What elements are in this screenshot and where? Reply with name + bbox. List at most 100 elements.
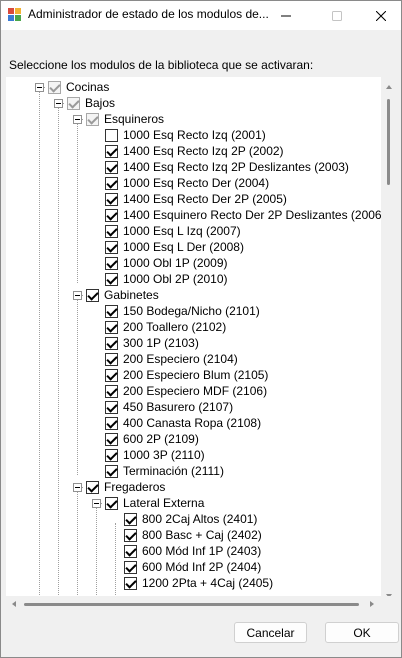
title-bar[interactable]: Administrador de estado de los modulos d…: [1, 1, 401, 30]
maximize-icon: [332, 10, 342, 21]
tree-connector: [77, 299, 78, 475]
tree-item[interactable]: 1400 Esquinero Recto Der 2P Deslizantes …: [105, 207, 381, 223]
node-checkbox[interactable]: [48, 80, 61, 94]
tree-item[interactable]: 800 2Caj Altos (2401): [124, 511, 257, 527]
item-label: 200 Especiero Blum (2105): [123, 368, 269, 382]
node-checkbox[interactable]: [67, 96, 80, 110]
item-label: 1000 Esq L Der (2008): [123, 240, 244, 254]
item-checkbox[interactable]: [105, 464, 118, 478]
ok-button[interactable]: OK: [325, 622, 399, 643]
close-button[interactable]: [358, 1, 402, 30]
node-checkbox[interactable]: [105, 496, 118, 510]
item-checkbox[interactable]: [105, 336, 118, 350]
item-checkbox[interactable]: [105, 160, 118, 174]
tree-node-lateral-externa[interactable]: Lateral Externa: [105, 495, 204, 511]
collapse-icon[interactable]: [73, 291, 82, 300]
tree-item[interactable]: 800 Basc + Caj (2402): [124, 527, 262, 543]
item-checkbox[interactable]: [105, 224, 118, 238]
item-checkbox[interactable]: [105, 320, 118, 334]
item-checkbox[interactable]: [124, 560, 137, 574]
minimize-button[interactable]: [263, 1, 309, 30]
item-label: 1000 Esq Recto Der (2004): [123, 176, 270, 190]
instruction-label: Seleccione los modulos de la biblioteca …: [9, 58, 314, 72]
cancel-button[interactable]: Cancelar: [234, 622, 307, 643]
node-checkbox[interactable]: [86, 288, 99, 302]
item-label: 300 1P (2103): [123, 336, 199, 350]
collapse-icon[interactable]: [73, 115, 82, 124]
tree-item[interactable]: 1000 Esq L Der (2008): [105, 239, 244, 255]
item-checkbox[interactable]: [105, 448, 118, 462]
collapse-icon[interactable]: [35, 83, 44, 92]
item-checkbox[interactable]: [105, 144, 118, 158]
tree-item[interactable]: 450 Basurero (2107): [105, 399, 233, 415]
tree-item[interactable]: 600 Mód Inf 1P (2403): [124, 543, 261, 559]
item-checkbox[interactable]: [105, 432, 118, 446]
tree-item[interactable]: 150 Bodega/Nicho (2101): [105, 303, 260, 319]
tree-item[interactable]: 200 Especiero (2104): [105, 351, 238, 367]
tree-node-gabinetes[interactable]: Gabinetes: [86, 287, 159, 303]
item-checkbox[interactable]: [124, 544, 137, 558]
tree-node-bajos[interactable]: Bajos: [67, 95, 115, 111]
collapse-icon[interactable]: [54, 99, 63, 108]
scroll-right-icon[interactable]: [370, 601, 374, 607]
collapse-icon[interactable]: [92, 499, 101, 508]
node-checkbox[interactable]: [86, 480, 99, 494]
item-checkbox[interactable]: [105, 352, 118, 366]
dialog-window: Administrador de estado de los modulos d…: [0, 0, 402, 658]
tree-item[interactable]: 1000 Esq Recto Izq (2001): [105, 127, 266, 143]
tree-item[interactable]: 1000 Esq Recto Der (2004): [105, 175, 269, 191]
vertical-scrollbar[interactable]: [381, 77, 398, 608]
tree-item[interactable]: 200 Especiero Blum (2105): [105, 367, 268, 383]
item-label: 1400 Esquinero Recto Der 2P Deslizantes …: [123, 208, 381, 222]
item-label: 450 Basurero (2107): [123, 400, 234, 414]
tree-item[interactable]: Terminación (2111): [105, 463, 224, 479]
tree-item[interactable]: 600 Mód Inf 2P (2404): [124, 559, 261, 575]
item-checkbox[interactable]: [105, 304, 118, 318]
scroll-left-icon[interactable]: [12, 601, 16, 607]
tree-item[interactable]: 1000 Obl 1P (2009): [105, 255, 228, 271]
horizontal-scroll-thumb[interactable]: [24, 603, 359, 606]
item-checkbox[interactable]: [105, 400, 118, 414]
tree-item[interactable]: 200 Toallero (2102): [105, 319, 226, 335]
vertical-scroll-thumb[interactable]: [387, 99, 390, 185]
item-label: 600 Mód Inf 2P (2404): [142, 560, 262, 574]
item-checkbox[interactable]: [105, 240, 118, 254]
item-checkbox[interactable]: [124, 528, 137, 542]
item-checkbox[interactable]: [124, 576, 137, 590]
tree-connector: [96, 507, 97, 608]
node-label: Fregaderos: [104, 480, 166, 494]
item-checkbox[interactable]: [105, 416, 118, 430]
tree-item[interactable]: 1400 Esq Recto Izq 2P (2002): [105, 143, 284, 159]
tree-item[interactable]: 300 1P (2103): [105, 335, 199, 351]
item-checkbox[interactable]: [105, 272, 118, 286]
scroll-up-icon[interactable]: [386, 85, 392, 89]
horizontal-scrollbar[interactable]: [6, 596, 381, 613]
item-checkbox[interactable]: [124, 512, 137, 526]
tree-item[interactable]: 1400 Esq Recto Izq 2P Deslizantes (2003): [105, 159, 349, 175]
tree-item[interactable]: 1000 3P (2110): [105, 447, 205, 463]
tree-item[interactable]: 1000 Obl 2P (2010): [105, 271, 228, 287]
tree-item[interactable]: 600 2P (2109): [105, 431, 199, 447]
collapse-icon[interactable]: [73, 483, 82, 492]
item-checkbox[interactable]: [105, 384, 118, 398]
tree-item[interactable]: 400 Canasta Ropa (2108): [105, 415, 261, 431]
tree-item[interactable]: 1000 Esq L Izq (2007): [105, 223, 241, 239]
item-label: 200 Toallero (2102): [123, 320, 227, 334]
module-tree[interactable]: Cocinas Bajos Esquineros 1000 Esq Recto …: [6, 77, 381, 608]
item-checkbox[interactable]: [105, 176, 118, 190]
tree-item[interactable]: 200 Especiero MDF (2106): [105, 383, 267, 399]
tree-node-cocinas[interactable]: Cocinas: [48, 79, 109, 95]
tree-connector: [77, 123, 78, 283]
item-checkbox[interactable]: [105, 256, 118, 270]
tree-connector: [39, 91, 40, 608]
item-checkbox[interactable]: [105, 368, 118, 382]
item-checkbox[interactable]: [105, 128, 118, 142]
item-checkbox[interactable]: [105, 208, 118, 222]
item-label: 1000 3P (2110): [123, 448, 205, 462]
node-checkbox[interactable]: [86, 112, 99, 126]
item-checkbox[interactable]: [105, 192, 118, 206]
tree-node-fregaderos[interactable]: Fregaderos: [86, 479, 165, 495]
tree-item[interactable]: 1400 Esq Recto Der 2P (2005): [105, 191, 287, 207]
tree-node-esquineros[interactable]: Esquineros: [86, 111, 164, 127]
tree-item[interactable]: 1200 2Pta + 4Caj (2405): [124, 575, 273, 591]
